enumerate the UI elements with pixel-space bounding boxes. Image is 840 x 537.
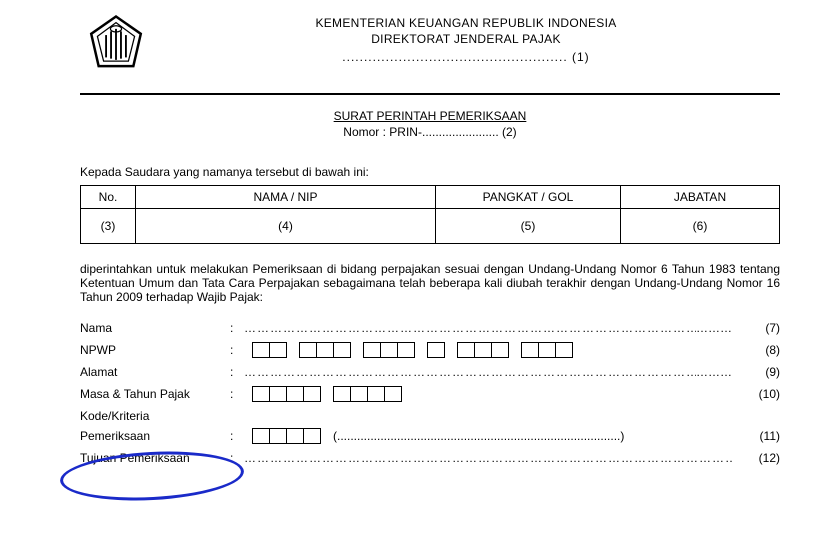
field-kode-kriteria-top: Kode/Kriteria (80, 406, 780, 426)
table-header-row: No. NAMA / NIP PANGKAT / GOL JABATAN (81, 186, 780, 209)
assignee-table: No. NAMA / NIP PANGKAT / GOL JABATAN (3)… (80, 185, 780, 244)
header-fill-line: ........................................… (152, 50, 780, 64)
col-header-jabatan: JABATAN (621, 186, 780, 209)
garuda-emblem-icon (85, 14, 147, 79)
kode-boxes: (.......................................… (244, 428, 732, 444)
document-number-line: Nomor : PRIN-....................... (2) (80, 125, 780, 139)
cell-jabatan: (6) (621, 209, 780, 244)
masa-boxes (244, 386, 732, 402)
logo-wrap (80, 12, 152, 79)
order-paragraph: diperintahkan untuk melakukan Pemeriksaa… (80, 262, 780, 304)
field-npwp: NPWP : (8) (80, 340, 780, 360)
directorate-line: DIREKTORAT JENDERAL PAJAK (152, 32, 780, 46)
table-row: (3) (4) (5) (6) (81, 209, 780, 244)
nama-fill: …………………………………………………………………………………………………………… (244, 321, 696, 335)
ministry-line: KEMENTERIAN KEUANGAN REPUBLIK INDONESIA (152, 16, 780, 30)
cell-pangkat: (5) (436, 209, 621, 244)
document-page: KEMENTERIAN KEUANGAN REPUBLIK INDONESIA … (0, 0, 840, 537)
cell-nama: (4) (136, 209, 436, 244)
col-header-nama: NAMA / NIP (136, 186, 436, 209)
header-text: KEMENTERIAN KEUANGAN REPUBLIK INDONESIA … (152, 12, 780, 64)
fields-block: Nama : ………………………………………………………………………………………… (80, 318, 780, 468)
field-alamat: Alamat : …………………………………………………………………………………… (80, 362, 780, 382)
header-divider (80, 93, 780, 95)
intro-line: Kepada Saudara yang namanya tersebut di … (80, 165, 780, 179)
header: KEMENTERIAN KEUANGAN REPUBLIK INDONESIA … (80, 12, 780, 79)
field-kode-kriteria-bottom: Pemeriksaan : (.........................… (80, 426, 780, 446)
document-title: SURAT PERINTAH PEMERIKSAAN (80, 109, 780, 123)
col-header-no: No. (81, 186, 136, 209)
col-header-pangkat: PANGKAT / GOL (436, 186, 621, 209)
field-tujuan: Tujuan Pemeriksaan : …………………………………………………… (80, 448, 780, 468)
cell-no: (3) (81, 209, 136, 244)
kode-desc-fill: (.......................................… (333, 429, 624, 443)
npwp-boxes (244, 342, 732, 358)
tujuan-fill: …………………………………………………………………………………………………………… (244, 451, 732, 465)
field-masa-tahun: Masa & Tahun Pajak : (10) (80, 384, 780, 404)
alamat-fill: …………………………………………………………………………………………………………… (244, 365, 696, 379)
field-nama: Nama : ………………………………………………………………………………………… (80, 318, 780, 338)
